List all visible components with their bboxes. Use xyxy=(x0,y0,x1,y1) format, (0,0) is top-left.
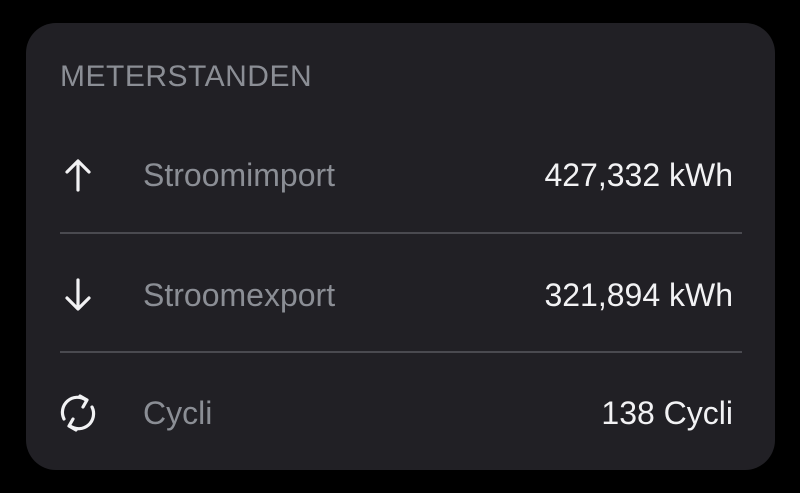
arrow-down-icon xyxy=(56,273,100,317)
meter-row-cycles[interactable]: Cycli 138 Cycli xyxy=(26,373,775,453)
meter-row-import[interactable]: Stroomimport 427,332 kWh xyxy=(26,135,775,215)
cycle-icon xyxy=(56,391,100,435)
meter-row-value: 321,894 kWh xyxy=(544,277,733,313)
meter-row-export[interactable]: Stroomexport 321,894 kWh xyxy=(26,255,775,335)
meter-row-label: Stroomimport xyxy=(143,157,336,193)
arrow-up-icon xyxy=(56,153,100,197)
meter-readings-card: METERSTANDEN Stroomimport 427,332 kWh St… xyxy=(26,23,775,470)
meter-row-value: 138 Cycli xyxy=(601,395,733,431)
row-divider xyxy=(60,232,742,234)
row-divider xyxy=(60,351,742,353)
meter-row-label: Cycli xyxy=(143,395,213,431)
meter-row-label: Stroomexport xyxy=(143,277,336,313)
card-title: METERSTANDEN xyxy=(60,60,313,93)
meter-row-value: 427,332 kWh xyxy=(544,157,733,193)
